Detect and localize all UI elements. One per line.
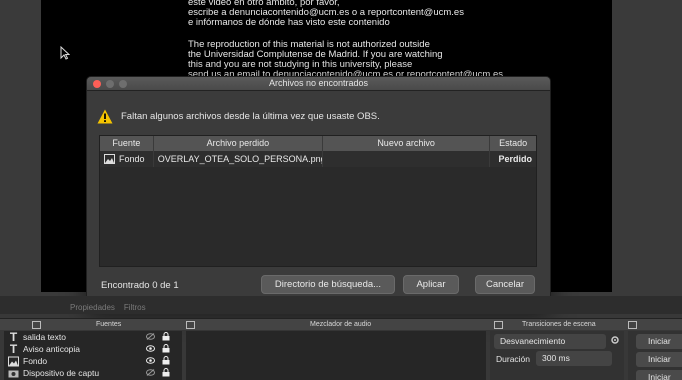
source-label: Dispositivo de captu (23, 368, 100, 378)
new-file-cell[interactable] (323, 151, 491, 167)
filters-button[interactable]: Filtros (124, 303, 146, 312)
audio-mixer-panel (186, 331, 486, 380)
search-directory-button[interactable]: Directorio de búsqueda... (261, 275, 395, 294)
text-icon: T (9, 330, 18, 344)
mouse-cursor-icon (60, 46, 70, 60)
dock-float-icon[interactable] (186, 321, 195, 329)
warning-icon (97, 109, 113, 123)
properties-filters-labels: Propiedades Filtros (70, 303, 146, 312)
list-item[interactable]: T Aviso anticopia (4, 342, 182, 356)
source-name: Fondo (119, 154, 145, 164)
dock-float-icon[interactable] (628, 321, 637, 329)
lock-icon[interactable] (162, 332, 170, 341)
gear-icon[interactable] (610, 335, 620, 345)
sources-dock-title: Fuentes (96, 321, 122, 328)
warning-text: Faltan algunos archivos desde la última … (121, 110, 380, 122)
lock-icon[interactable] (162, 356, 170, 365)
dock-float-icon[interactable] (32, 321, 41, 329)
lock-icon[interactable] (162, 368, 170, 377)
transitions-panel: Desvanecimiento Duración 300 ms (490, 331, 624, 380)
controls-panel: Iniciar Iniciar Iniciar (628, 331, 682, 380)
source-label: Fondo (23, 356, 48, 366)
column-header-status[interactable]: Estado (490, 136, 536, 151)
eye-hidden-icon[interactable] (146, 333, 155, 340)
camera-icon (8, 370, 19, 377)
source-label: Aviso anticopia (23, 344, 81, 354)
dialog-title: Archivos no encontrados (268, 78, 369, 88)
start-recording-button[interactable]: Iniciar (636, 352, 682, 367)
eye-icon[interactable] (146, 357, 155, 364)
list-item[interactable]: Dispositivo de captu (4, 367, 182, 379)
duration-label: Duración (496, 354, 531, 364)
mixer-dock-title: Mezclador de audio (310, 321, 372, 328)
column-header-new-file[interactable]: Nuevo archivo (323, 136, 491, 151)
missing-file-cell: OVERLAY_OTEA_SOLO_PERSONA.png (154, 151, 323, 167)
warning-message: Faltan algunos archivos desde la última … (97, 107, 380, 125)
dialog-titlebar[interactable]: Archivos no encontrados (87, 77, 550, 91)
apply-button[interactable]: Aplicar (403, 275, 459, 294)
list-item[interactable]: Fondo (4, 355, 182, 367)
start-streaming-button[interactable]: Iniciar (636, 334, 682, 349)
duration-input[interactable]: 300 ms (536, 351, 612, 366)
dock-headers: Fuentes Mezclador de audio Transiciones … (0, 318, 682, 330)
text-icon: T (9, 342, 18, 356)
missing-files-table: Fuente Archivo perdido Nuevo archivo Est… (99, 135, 537, 267)
image-icon (8, 356, 19, 366)
table-row[interactable]: Fondo OVERLAY_OTEA_SOLO_PERSONA.png Perd… (100, 151, 536, 167)
column-header-source[interactable]: Fuente (100, 136, 154, 151)
lock-icon[interactable] (162, 344, 170, 353)
table-header: Fuente Archivo perdido Nuevo archivo Est… (100, 136, 536, 151)
preview-text-line: e infórmanos de dónde has visto este con… (188, 17, 390, 28)
start-virtual-camera-button[interactable]: Iniciar (636, 370, 682, 380)
missing-files-dialog: Archivos no encontrados Faltan algunos a… (86, 76, 551, 306)
sources-list: T salida texto T Aviso anticopia Fondo D… (4, 330, 182, 380)
eye-hidden-icon[interactable] (146, 369, 155, 376)
list-item[interactable]: T salida texto (4, 330, 182, 344)
status-cell: Perdido (498, 154, 532, 164)
dock-float-icon[interactable] (494, 321, 503, 329)
transition-select[interactable]: Desvanecimiento (494, 334, 606, 349)
image-icon (104, 154, 115, 164)
transitions-dock-title: Transiciones de escena (522, 321, 596, 328)
found-count: Encontrado 0 de 1 (101, 280, 179, 291)
column-header-missing-file[interactable]: Archivo perdido (154, 136, 323, 151)
properties-button[interactable]: Propiedades (70, 303, 115, 312)
source-cell: Fondo (100, 151, 154, 167)
eye-icon[interactable] (146, 345, 155, 352)
obs-window: este video en otro ámbito, por favor, es… (0, 0, 682, 380)
source-label: salida texto (23, 332, 66, 342)
cancel-button[interactable]: Cancelar (475, 275, 535, 294)
